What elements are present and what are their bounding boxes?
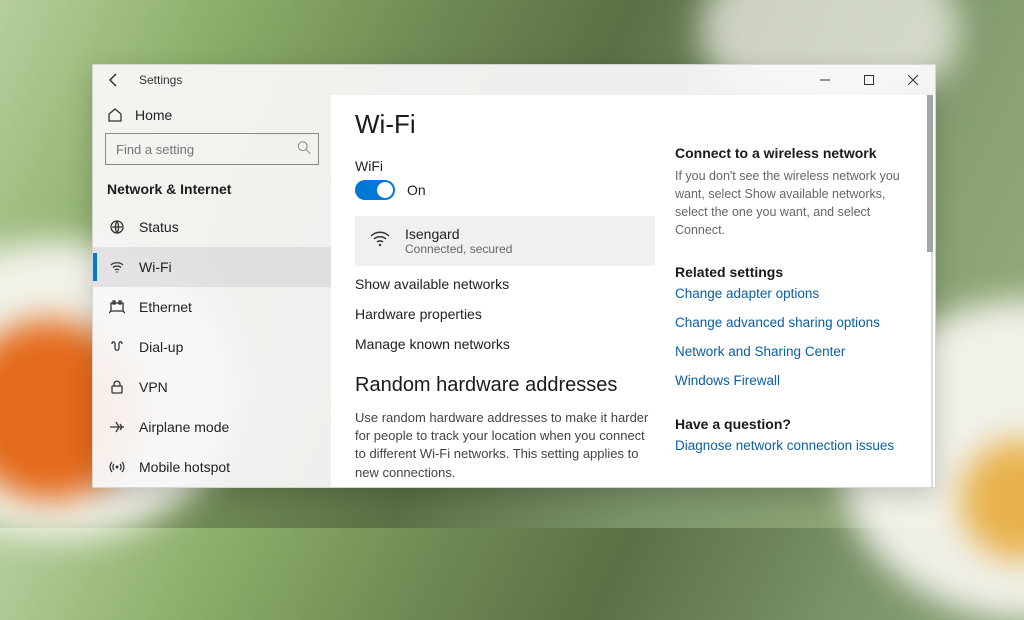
close-icon bbox=[908, 75, 918, 85]
status-icon bbox=[109, 219, 125, 235]
page-title: Wi-Fi bbox=[355, 109, 655, 140]
sidebar-item-label: Ethernet bbox=[139, 299, 192, 315]
category-title: Network & Internet bbox=[93, 181, 331, 207]
window-controls bbox=[803, 65, 935, 95]
sidebar-item-airplane[interactable]: Airplane mode bbox=[93, 407, 331, 447]
sidebar-item-label: Wi-Fi bbox=[139, 259, 172, 275]
settings-window: Settings Home bbox=[92, 64, 936, 488]
app-title: Settings bbox=[139, 73, 182, 87]
network-name: Isengard bbox=[405, 226, 512, 242]
wifi-signal-icon bbox=[369, 228, 391, 255]
airplane-icon bbox=[109, 419, 125, 435]
ethernet-icon bbox=[109, 299, 125, 315]
search-input[interactable] bbox=[105, 133, 319, 165]
current-network-card[interactable]: Isengard Connected, secured bbox=[355, 216, 655, 266]
sidebar-item-label: Airplane mode bbox=[139, 419, 229, 435]
maximize-button[interactable] bbox=[847, 65, 891, 95]
minimize-button[interactable] bbox=[803, 65, 847, 95]
sidebar-item-wifi[interactable]: Wi-Fi bbox=[93, 247, 331, 287]
nav-list: Status Wi-Fi Ethernet Dial-up VPN bbox=[93, 207, 331, 487]
sidebar-item-label: Status bbox=[139, 219, 179, 235]
maximize-icon bbox=[864, 75, 874, 85]
connect-heading: Connect to a wireless network bbox=[675, 145, 915, 161]
info-column: Connect to a wireless network If you don… bbox=[675, 109, 915, 487]
related-link-adapter[interactable]: Change adapter options bbox=[675, 286, 915, 301]
help-link-diagnose[interactable]: Diagnose network connection issues bbox=[675, 438, 915, 453]
minimize-icon bbox=[820, 75, 830, 85]
sidebar: Home Network & Internet Status Wi-Fi bbox=[93, 95, 331, 487]
sidebar-item-label: Mobile hotspot bbox=[139, 459, 230, 475]
sidebar-item-ethernet[interactable]: Ethernet bbox=[93, 287, 331, 327]
help-heading: Have a question? bbox=[675, 416, 915, 432]
nav-home[interactable]: Home bbox=[93, 101, 331, 133]
nav-home-label: Home bbox=[135, 107, 172, 123]
main-panel: Wi-Fi WiFi On Isengard Connected, secure… bbox=[331, 95, 935, 487]
sidebar-item-vpn[interactable]: VPN bbox=[93, 367, 331, 407]
titlebar: Settings bbox=[93, 65, 935, 95]
wifi-label: WiFi bbox=[355, 158, 655, 174]
wifi-toggle-state: On bbox=[407, 182, 426, 198]
back-button[interactable] bbox=[103, 69, 125, 91]
sidebar-item-hotspot[interactable]: Mobile hotspot bbox=[93, 447, 331, 487]
close-button[interactable] bbox=[891, 65, 935, 95]
network-status: Connected, secured bbox=[405, 242, 512, 256]
related-heading: Related settings bbox=[675, 264, 915, 280]
wifi-toggle[interactable] bbox=[355, 180, 395, 200]
related-link-nsc[interactable]: Network and Sharing Center bbox=[675, 344, 915, 359]
vpn-icon bbox=[109, 379, 125, 395]
search-icon bbox=[297, 141, 311, 158]
scrollbar[interactable] bbox=[927, 95, 933, 487]
hotspot-icon bbox=[109, 459, 125, 475]
random-hw-description: Use random hardware addresses to make it… bbox=[355, 409, 655, 482]
arrow-left-icon bbox=[106, 72, 122, 88]
scrollbar-thumb[interactable] bbox=[927, 95, 933, 252]
dialup-icon bbox=[109, 339, 125, 355]
related-link-sharing[interactable]: Change advanced sharing options bbox=[675, 315, 915, 330]
hardware-properties-link[interactable]: Hardware properties bbox=[355, 306, 655, 322]
manage-known-link[interactable]: Manage known networks bbox=[355, 336, 655, 352]
sidebar-item-dialup[interactable]: Dial-up bbox=[93, 327, 331, 367]
related-link-firewall[interactable]: Windows Firewall bbox=[675, 373, 915, 388]
show-available-link[interactable]: Show available networks bbox=[355, 276, 655, 292]
content-column: Wi-Fi WiFi On Isengard Connected, secure… bbox=[355, 109, 655, 487]
home-icon bbox=[107, 107, 123, 123]
wifi-icon bbox=[109, 259, 125, 275]
random-hw-heading: Random hardware addresses bbox=[355, 374, 655, 397]
sidebar-item-status[interactable]: Status bbox=[93, 207, 331, 247]
sidebar-item-label: Dial-up bbox=[139, 339, 183, 355]
search-field[interactable] bbox=[105, 133, 319, 165]
sidebar-item-label: VPN bbox=[139, 379, 168, 395]
connect-text: If you don't see the wireless network yo… bbox=[675, 167, 915, 240]
